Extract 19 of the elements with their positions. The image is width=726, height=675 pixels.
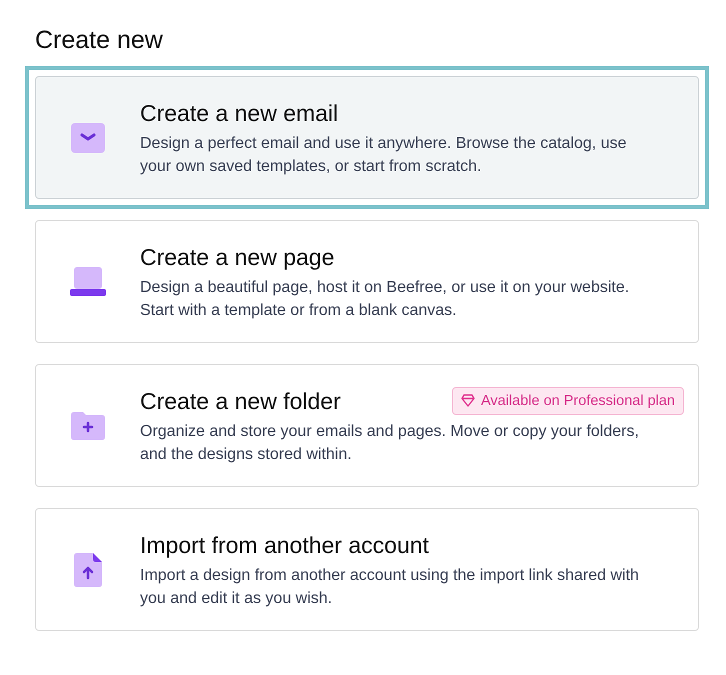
- section-heading: Create new: [35, 25, 164, 56]
- option-card[interactable]: Import from another account Import a design from another account using the import link shared with you and edit it as you wish.: [35, 508, 699, 631]
- option-title: Import from another account: [140, 530, 429, 560]
- laptop-icon: [70, 266, 106, 296]
- option-title: Create a new folder: [140, 386, 341, 416]
- diamond-icon: [460, 394, 475, 407]
- option-card[interactable]: Create a new folder Available on Professional plan Organize and store your emails and pages. Move or copy your folders, and the designs stored within.: [35, 364, 699, 487]
- badge-label: Available on Professional plan: [480, 392, 675, 408]
- folder-plus-icon: [71, 412, 105, 440]
- file-upload-icon: [74, 552, 102, 586]
- option-description: Design a perfect email and use it anywhere. Browse the catalog, use your own saved templates, or start from scratch.: [140, 134, 628, 176]
- option-title: Create a new email: [140, 98, 338, 128]
- option-description: Design a beautiful page, host it on Beefree, or use it on your website. Start with a template or from a blank canvas.: [140, 278, 630, 320]
- option-description: Organize and store your emails and pages. Move or copy your folders, and the designs stored within.: [140, 422, 640, 464]
- option-card[interactable]: Create a new email Design a perfect email and use it anywhere. Browse the catalog, use your own saved templates, or start from scratch.: [35, 76, 699, 199]
- option-card[interactable]: Create a new page Design a beautiful page, host it on Beefree, or use it on your website. Start with a template or from a blank canvas.: [35, 220, 699, 343]
- option-description: Import a design from another account using the import link shared with you and edit it as you wish.: [140, 566, 640, 608]
- envelope-icon: [71, 122, 105, 152]
- option-title: Create a new page: [140, 242, 334, 272]
